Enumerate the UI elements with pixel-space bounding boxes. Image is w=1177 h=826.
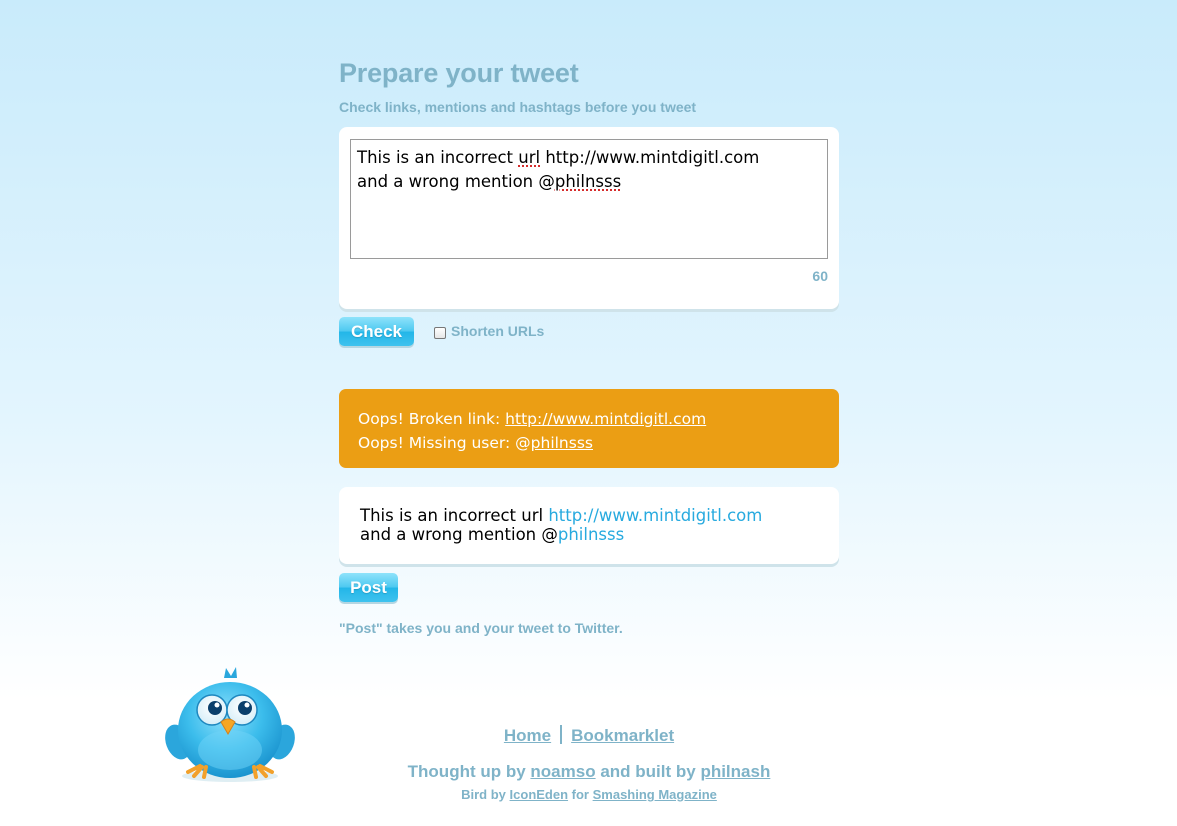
bird-credit-text: Bird by: [461, 787, 510, 802]
bird-credit: Bird by IconEden for Smashing Magazine: [339, 787, 839, 802]
preview-text: and a wrong mention @: [360, 525, 558, 544]
shorten-urls-option[interactable]: Shorten URLs: [434, 323, 544, 339]
missing-user-link[interactable]: philnsss: [531, 434, 593, 452]
character-count: 60: [812, 268, 828, 284]
broken-link-prefix: Oops! Broken link:: [358, 410, 506, 428]
tweet-text-line1-pre: This is an incorrect: [357, 148, 519, 167]
broken-link-error: Oops! Broken link: http://www.mintdigitl…: [358, 407, 820, 431]
footer-nav: Home Bookmarklet: [339, 725, 839, 746]
preview-text: This is an incorrect url: [360, 506, 549, 525]
tweet-preview: This is an incorrect url http://www.mint…: [339, 487, 839, 564]
tweet-text-line1-post: http://www.mintdigitl.com: [540, 148, 760, 167]
page-title: Prepare your tweet: [339, 58, 579, 88]
preview-line2: and a wrong mention @philnsss: [360, 525, 818, 544]
page-subtitle: Check links, mentions and hashtags befor…: [339, 99, 697, 115]
nav-divider: [560, 725, 563, 744]
misspelled-word: url: [518, 148, 541, 167]
preview-mention[interactable]: philnsss: [558, 525, 624, 544]
post-note: "Post" takes you and your tweet to Twitt…: [339, 620, 623, 636]
misspelled-word: philnsss: [554, 172, 622, 191]
credits-text: and built by: [595, 762, 701, 781]
author-link-noamso[interactable]: noamso: [530, 762, 595, 781]
author-link-philnash[interactable]: philnash: [700, 762, 770, 781]
nav-home-link[interactable]: Home: [504, 726, 551, 745]
missing-user-error: Oops! Missing user: @philnsss: [358, 431, 820, 455]
shorten-urls-checkbox[interactable]: [434, 326, 446, 339]
bird-credit-text: for: [568, 787, 593, 802]
preview-line1: This is an incorrect url http://www.mint…: [360, 506, 818, 525]
iconeden-link[interactable]: IconEden: [510, 787, 569, 802]
missing-user-prefix: Oops! Missing user: @: [358, 434, 531, 452]
credits: Thought up by noamso and built by philna…: [339, 762, 839, 782]
compose-panel: This is an incorrect url http://www.mint…: [339, 127, 839, 309]
error-panel: Oops! Broken link: http://www.mintdigitl…: [339, 389, 839, 468]
smashing-magazine-link[interactable]: Smashing Magazine: [593, 787, 717, 802]
twitter-bird-icon: [165, 667, 295, 782]
credits-text: Thought up by: [407, 762, 531, 781]
nav-bookmarklet-link[interactable]: Bookmarklet: [571, 726, 674, 745]
post-button[interactable]: Post: [339, 573, 398, 602]
tweet-textarea[interactable]: This is an incorrect url http://www.mint…: [350, 139, 828, 259]
check-button[interactable]: Check: [339, 317, 414, 346]
shorten-urls-label: Shorten URLs: [451, 323, 545, 339]
broken-link-url[interactable]: http://www.mintdigitl.com: [505, 410, 706, 428]
preview-link[interactable]: http://www.mintdigitl.com: [548, 506, 762, 525]
tweet-text-line2-pre: and a wrong mention @: [357, 172, 555, 191]
